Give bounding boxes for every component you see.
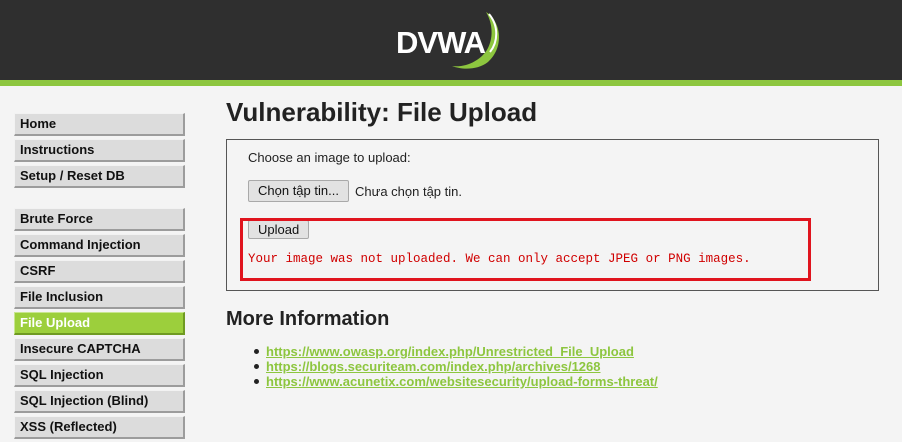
dvwa-logo[interactable]: DVWA — [390, 8, 510, 74]
list-item: https://www.owasp.org/index.php/Unrestri… — [250, 344, 658, 359]
securiteam-link[interactable]: https://blogs.securiteam.com/index.php/a… — [266, 359, 601, 374]
more-information-heading: More Information — [226, 308, 390, 330]
error-highlight-box — [240, 218, 811, 281]
owasp-link[interactable]: https://www.owasp.org/index.php/Unrestri… — [266, 344, 634, 359]
sidebar-item-file-inclusion[interactable]: File Inclusion — [14, 286, 185, 309]
acunetix-link[interactable]: https://www.acunetix.com/websitesecurity… — [266, 374, 658, 389]
choose-image-label: Choose an image to upload: — [248, 150, 411, 165]
sidebar-menu-main: Home Instructions Setup / Reset DB — [14, 113, 185, 191]
sidebar-item-file-upload[interactable]: File Upload — [14, 312, 185, 335]
sidebar-item-insecure-captcha[interactable]: Insecure CAPTCHA — [14, 338, 185, 361]
sidebar-item-home[interactable]: Home — [14, 113, 185, 136]
sidebar-item-xss-reflected[interactable]: XSS (Reflected) — [14, 416, 185, 439]
sidebar-item-sql-injection[interactable]: SQL Injection — [14, 364, 185, 387]
sidebar-menu-vulnerabilities: Brute Force Command Injection CSRF File … — [14, 208, 185, 442]
sidebar-item-instructions[interactable]: Instructions — [14, 139, 185, 162]
choose-file-button[interactable]: Chọn tập tin... — [248, 180, 349, 202]
page-title: Vulnerability: File Upload — [226, 97, 538, 127]
logo-text: DVWA — [396, 25, 486, 60]
sidebar-item-csrf[interactable]: CSRF — [14, 260, 185, 283]
header-accent-stripe — [0, 80, 902, 86]
no-file-chosen-text: Chưa chọn tập tin. — [355, 184, 462, 199]
more-information-links: https://www.owasp.org/index.php/Unrestri… — [250, 344, 658, 389]
list-item: https://www.acunetix.com/websitesecurity… — [250, 374, 658, 389]
header-bar: DVWA — [0, 0, 902, 80]
sidebar-item-command-injection[interactable]: Command Injection — [14, 234, 185, 257]
sidebar-item-brute-force[interactable]: Brute Force — [14, 208, 185, 231]
sidebar-item-sql-injection-blind[interactable]: SQL Injection (Blind) — [14, 390, 185, 413]
sidebar-item-setup-reset-db[interactable]: Setup / Reset DB — [14, 165, 185, 188]
list-item: https://blogs.securiteam.com/index.php/a… — [250, 359, 658, 374]
